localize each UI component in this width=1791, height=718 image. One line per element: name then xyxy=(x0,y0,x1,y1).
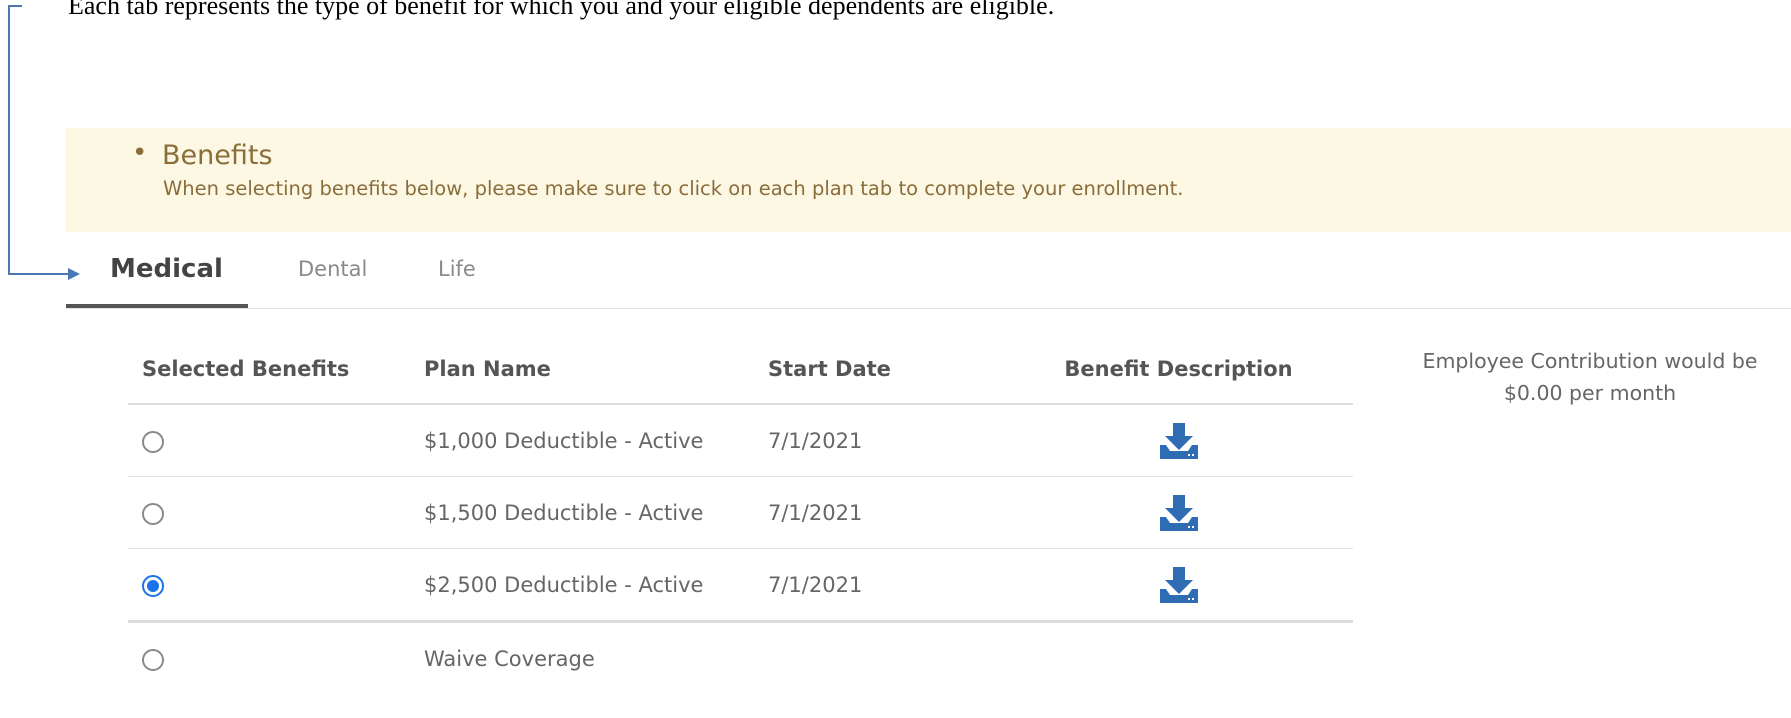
tab-dental-label: Dental xyxy=(298,257,368,281)
employee-contribution-text: Employee Contribution would be $0.00 per… xyxy=(1390,345,1790,409)
table-row: Waive Coverage xyxy=(128,622,1353,696)
download-icon[interactable] xyxy=(1158,422,1200,459)
contribution-amount: $0.00 per month xyxy=(1503,381,1677,405)
tab-life[interactable]: Life xyxy=(416,232,526,308)
plan-name: $2,500 Deductible - Active xyxy=(410,548,754,623)
table-row: $2,500 Deductible - Active 7/1/2021 xyxy=(128,548,1353,623)
instruction-caption: Each tab represents the type of benefit … xyxy=(68,0,1055,20)
start-date: 7/1/2021 xyxy=(754,476,1004,549)
download-icon[interactable] xyxy=(1158,494,1200,531)
start-date xyxy=(754,622,1004,696)
banner-title: Benefits xyxy=(162,140,273,171)
tab-dental[interactable]: Dental xyxy=(276,232,386,308)
header-selected-benefits: Selected Benefits xyxy=(128,335,410,405)
plan-name: Waive Coverage xyxy=(424,647,595,671)
contribution-line-1: Employee Contribution would be xyxy=(1422,349,1758,373)
banner-description: When selecting benefits below, please ma… xyxy=(163,177,1184,200)
header-benefit-description: Benefit Description xyxy=(1004,335,1353,405)
plan-1500-radio[interactable] xyxy=(142,502,164,525)
benefits-alert-banner: • Benefits When selecting benefits below… xyxy=(66,128,1791,232)
header-start-date: Start Date xyxy=(754,335,1004,405)
tab-medical-label: Medical xyxy=(110,254,223,284)
banner-bullet: • xyxy=(132,138,148,168)
start-date: 7/1/2021 xyxy=(754,404,1004,477)
waive-coverage-radio[interactable] xyxy=(142,649,164,671)
table-row: $1,000 Deductible - Active 7/1/2021 xyxy=(128,404,1353,477)
tab-life-label: Life xyxy=(438,257,476,281)
header-plan-name: Plan Name xyxy=(410,335,754,405)
benefit-type-tabs: Medical Dental Life xyxy=(66,232,1791,309)
table-row: $1,500 Deductible - Active 7/1/2021 xyxy=(128,476,1353,549)
table-header-row: Selected Benefits Plan Name Start Date B… xyxy=(128,335,1353,405)
start-date: 7/1/2021 xyxy=(754,548,1004,623)
plan-name: $1,000 Deductible - Active xyxy=(410,404,754,477)
medical-plans-table: Selected Benefits Plan Name Start Date B… xyxy=(128,335,1353,695)
plan-1000-radio[interactable] xyxy=(142,430,164,453)
download-icon[interactable] xyxy=(1158,566,1200,603)
plan-name: $1,500 Deductible - Active xyxy=(410,476,754,549)
plan-2500-radio[interactable] xyxy=(142,574,164,597)
tab-medical[interactable]: Medical xyxy=(66,232,248,308)
